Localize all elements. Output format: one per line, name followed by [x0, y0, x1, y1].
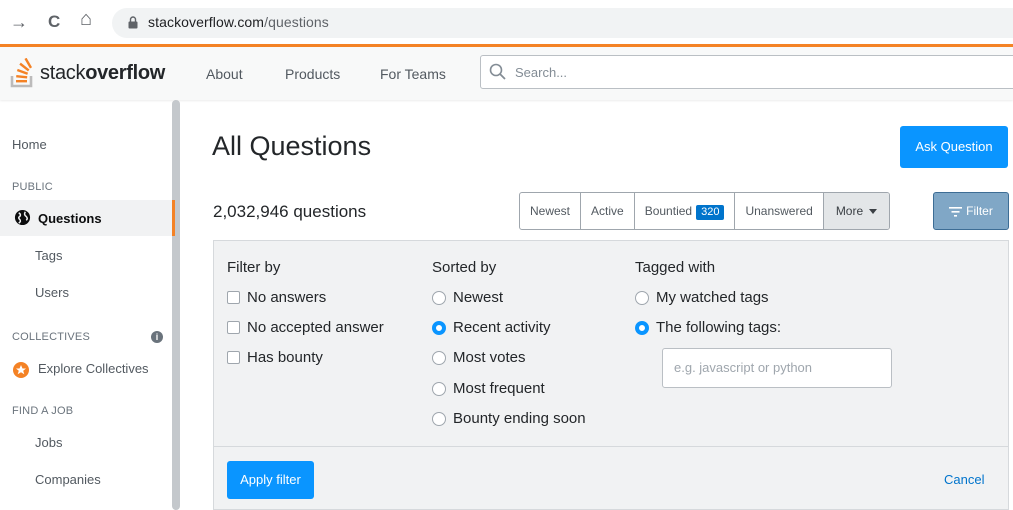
checkbox-label: No accepted answer — [247, 319, 384, 336]
tagged-with-heading: Tagged with — [635, 259, 716, 276]
tab-more-dropdown[interactable]: More — [823, 193, 890, 229]
radio-sort-bounty-ending-soon[interactable]: Bounty ending soon — [432, 410, 586, 427]
radio-button[interactable] — [635, 290, 649, 305]
sidebar-item-questions-label: Questions — [38, 211, 102, 226]
url-domain: stackoverflow.com — [148, 14, 265, 30]
radio-label: Recent activity — [453, 319, 551, 336]
radio-label: Bounty ending soon — [453, 410, 586, 427]
radio-button[interactable] — [432, 411, 446, 426]
filter-button-label: Filter — [966, 204, 993, 218]
sidebar-heading-find-a-job: FIND A JOB — [12, 405, 74, 417]
radio-label: Most votes — [453, 349, 526, 366]
search-placeholder: Search... — [515, 65, 568, 80]
back-arrow-icon[interactable]: → — [10, 12, 28, 32]
radio-following-tags[interactable]: The following tags: — [635, 319, 781, 336]
sidebar-item-companies[interactable]: Companies — [35, 472, 101, 487]
checkbox-label: Has bounty — [247, 349, 323, 366]
radio-button[interactable] — [432, 290, 446, 305]
stackoverflow-logo[interactable]: stackoverflow — [10, 55, 165, 91]
filter-by-heading: Filter by — [227, 259, 281, 276]
info-icon[interactable]: i — [151, 331, 163, 343]
globe-icon — [14, 209, 31, 226]
tab-more-label: More — [835, 204, 864, 218]
checkbox-no-answers[interactable]: No answers — [227, 289, 326, 306]
url-path: /questions — [264, 14, 329, 30]
logo-wordmark: stackoverflow — [40, 62, 165, 85]
logo-bold: overflow — [85, 61, 166, 84]
checkbox-label: No answers — [247, 289, 327, 306]
radio-sort-most-frequent[interactable]: Most frequent — [432, 380, 545, 397]
search-input[interactable]: Search... — [480, 55, 1013, 89]
radio-button[interactable] — [432, 350, 446, 365]
reload-icon[interactable]: C — [48, 12, 60, 32]
checkbox-box[interactable] — [227, 321, 240, 334]
lock-icon — [128, 16, 138, 29]
checkbox-has-bounty[interactable]: Has bounty — [227, 349, 323, 366]
radio-sort-recent-activity[interactable]: Recent activity — [432, 319, 551, 336]
sidebar-scrollbar[interactable] — [172, 100, 180, 510]
sidebar-heading-public: PUBLIC — [12, 181, 53, 193]
sidebar-item-users[interactable]: Users — [35, 285, 69, 300]
checkbox-no-accepted-answer[interactable]: No accepted answer — [227, 319, 384, 336]
url-text[interactable]: stackoverflow.com/questions — [148, 14, 329, 30]
sidebar-item-home[interactable]: Home — [12, 137, 47, 152]
tab-bountied[interactable]: Bountied 320 — [635, 193, 736, 229]
left-sidebar — [0, 100, 176, 510]
sidebar-heading-collectives: COLLECTIVES — [12, 331, 91, 343]
tab-bountied-label: Bountied — [644, 204, 693, 218]
radio-label: My watched tags — [656, 289, 769, 306]
search-icon — [489, 63, 506, 80]
page-title: All Questions — [212, 131, 372, 161]
radio-button-selected[interactable] — [635, 320, 649, 335]
nav-for-teams[interactable]: For Teams — [380, 66, 446, 82]
home-icon[interactable]: ⌂ — [80, 9, 92, 29]
sort-tabs: Newest Active Bountied 320 Unanswered Mor… — [519, 192, 891, 230]
sidebar-item-explore-collectives[interactable]: Explore Collectives — [38, 361, 149, 376]
sidebar-item-jobs[interactable]: Jobs — [35, 435, 62, 450]
radio-my-watched-tags[interactable]: My watched tags — [635, 289, 769, 306]
ask-question-button[interactable]: Ask Question — [900, 126, 1008, 168]
tags-input-placeholder: e.g. javascript or python — [674, 360, 813, 375]
filter-icon — [949, 206, 963, 217]
radio-label: Newest — [453, 289, 504, 306]
radio-button[interactable] — [432, 381, 446, 396]
tab-active[interactable]: Active — [581, 193, 635, 229]
radio-label: Most frequent — [453, 380, 545, 397]
question-count: 2,032,946 questions — [213, 202, 367, 221]
radio-sort-newest[interactable]: Newest — [432, 289, 503, 306]
stack-logo-icon — [10, 58, 33, 88]
collectives-icon — [13, 362, 29, 378]
filter-button[interactable]: Filter — [933, 192, 1009, 230]
tab-unanswered[interactable]: Unanswered — [735, 193, 824, 229]
checkbox-box[interactable] — [227, 351, 240, 364]
apply-filter-button[interactable]: Apply filter — [227, 461, 314, 499]
cancel-link[interactable]: Cancel — [944, 472, 984, 487]
nav-products[interactable]: Products — [285, 66, 340, 82]
radio-label: The following tags: — [656, 319, 782, 336]
radio-sort-most-votes[interactable]: Most votes — [432, 349, 526, 366]
nav-about[interactable]: About — [206, 66, 243, 82]
sidebar-item-tags[interactable]: Tags — [35, 248, 62, 263]
logo-light: stack — [40, 61, 86, 84]
radio-button-selected[interactable] — [432, 320, 446, 335]
checkbox-box[interactable] — [227, 291, 240, 304]
bounty-count-badge: 320 — [696, 205, 725, 220]
tab-newest[interactable]: Newest — [520, 193, 582, 229]
site-header: stackoverflow About Products For Teams S… — [0, 44, 1013, 100]
chevron-down-icon — [869, 209, 878, 215]
sorted-by-heading: Sorted by — [432, 259, 497, 276]
filter-panel-divider — [213, 446, 1009, 447]
